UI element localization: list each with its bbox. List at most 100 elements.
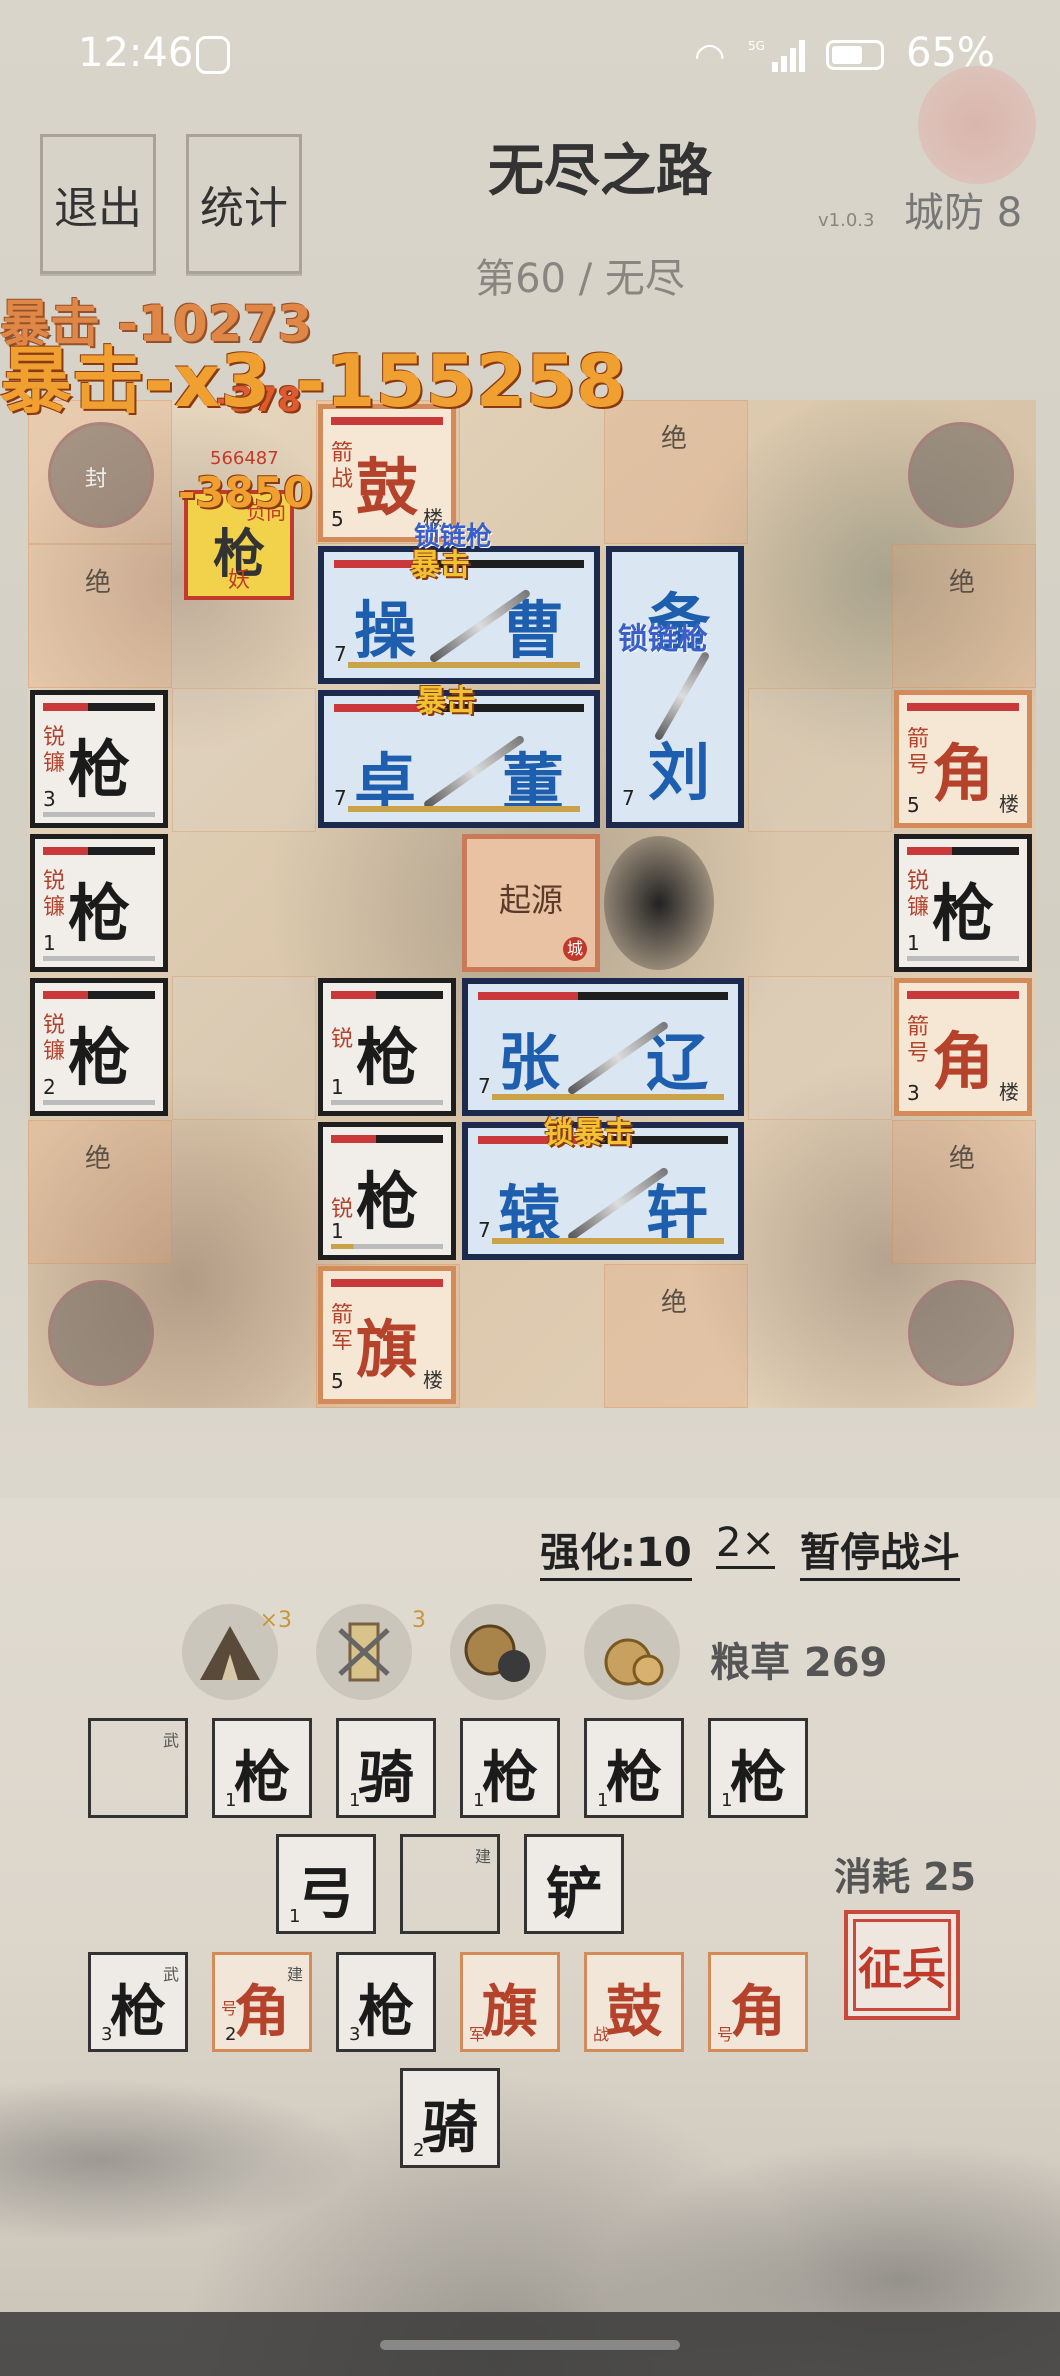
item-count: 3	[412, 1608, 426, 1633]
skill-text: 锁链枪	[618, 622, 708, 657]
building-card-horn[interactable]: 角号	[708, 1952, 808, 2052]
hero-zhang-liao[interactable]: 张 辽 7	[462, 978, 744, 1116]
network-type: 5G	[748, 39, 765, 53]
recruit-cost: 消耗 25	[834, 1855, 977, 1899]
blocked-cell-label: 绝	[948, 1144, 975, 1174]
unit-spearman[interactable]: 锐镰 枪 1	[30, 834, 168, 972]
blocked-cell-label: 绝	[84, 1144, 111, 1174]
board-cell[interactable]	[748, 688, 892, 832]
board-cell[interactable]	[172, 976, 316, 1120]
game-board[interactable]: 绝 绝 绝 绝 绝 绝 绝 绝 封 箭战 鼓 5 楼 箭军 旗 5 楼 箭号 角…	[28, 380, 1036, 1408]
home-indicator[interactable]	[380, 2340, 680, 2350]
tent-item[interactable]: ×3	[182, 1604, 292, 1700]
building-tag: 楼	[423, 1368, 443, 1392]
unit-spearman[interactable]: 锐镰 枪 1	[894, 834, 1032, 972]
slot-tag: 建	[474, 1847, 491, 1866]
clock: 12:46	[78, 30, 194, 76]
scroll-item[interactable]: 3	[316, 1604, 426, 1700]
wifi-icon: ◠	[694, 36, 726, 77]
card-count: 2	[413, 2140, 425, 2161]
unit-card-spear[interactable]: 枪3	[336, 1952, 436, 2052]
card-count: 2	[225, 2024, 237, 2045]
unit-card-cavalry[interactable]: 骑1	[336, 1718, 436, 1818]
blocked-cell-label: 绝	[660, 1288, 687, 1318]
card-count: 1	[473, 1790, 485, 1811]
unit-spearman[interactable]: 锐 枪 1	[318, 978, 456, 1116]
origin-base[interactable]: 起源 城	[462, 834, 600, 972]
crit-text: 锁暴击	[544, 1116, 634, 1151]
gong-item[interactable]	[450, 1604, 546, 1700]
building-card-horn[interactable]: 角2号建	[212, 1952, 312, 2052]
item-count: ×3	[259, 1608, 292, 1633]
hero-level: 7	[334, 786, 347, 810]
origin-seal: 城	[563, 937, 587, 961]
weapon-slot-empty[interactable]: 武	[88, 1718, 188, 1818]
building-horn-tower[interactable]: 箭号 角 3 楼	[894, 978, 1032, 1116]
pause-battle-button[interactable]: 暂停战斗	[800, 1520, 960, 1581]
board-cell[interactable]	[172, 688, 316, 832]
spawn-portal	[908, 422, 1014, 528]
card-subtype: 号	[221, 1999, 238, 2018]
unit-level: 2	[43, 1075, 56, 1099]
unit-level: 1	[331, 1219, 344, 1243]
blocked-cell-label: 绝	[948, 568, 975, 598]
hero-liu-bei[interactable]: 备 刘 7	[606, 546, 744, 828]
building-horn-tower[interactable]: 箭号 角 5 楼	[894, 690, 1032, 828]
spawn-portal	[48, 1280, 154, 1386]
unit-spearman[interactable]: 锐镰 枪 2	[30, 978, 168, 1116]
unit-spearman[interactable]: 锐镰 枪 3	[30, 690, 168, 828]
hero-name-a: 操	[354, 594, 417, 667]
building-tag: 楼	[999, 792, 1019, 816]
unit-level: 1	[43, 931, 56, 955]
grain-bag-item[interactable]	[584, 1604, 680, 1700]
enemy-hp: 566487	[210, 448, 279, 469]
card-count: 1	[349, 1790, 361, 1811]
card-char: 铲	[546, 1861, 602, 1927]
unit-card-spear[interactable]: 枪3武	[88, 1952, 188, 2052]
building-card-drum[interactable]: 鼓战	[584, 1952, 684, 2052]
card-subtype: 号	[717, 2025, 734, 2044]
building-card-flag[interactable]: 旗军	[460, 1952, 560, 2052]
unit-card-spear[interactable]: 枪1	[584, 1718, 684, 1818]
unit-level: 1	[331, 1075, 344, 1099]
spawn-portal: 封	[48, 422, 154, 528]
unit-card-archer[interactable]: 弓1	[276, 1834, 376, 1934]
slot-tag: 建	[286, 1965, 303, 1984]
unit-spearman[interactable]: 锐 枪 1	[318, 1122, 456, 1260]
hero-level: 7	[478, 1218, 491, 1242]
origin-label: 起源	[498, 881, 563, 919]
slot-tag: 武	[162, 1731, 179, 1750]
battery-icon	[826, 40, 884, 70]
city-defense: 城防 8	[904, 190, 1023, 236]
building-flag-tower[interactable]: 箭军 旗 5 楼	[318, 1266, 456, 1404]
crit-text: 暴击	[416, 684, 476, 719]
enemy-sub: 妖	[228, 568, 251, 593]
signal-icon: 5G	[748, 38, 812, 78]
board-cell[interactable]	[748, 976, 892, 1120]
unit-card-spear[interactable]: 枪1	[708, 1718, 808, 1818]
card-subtype: 军	[469, 2025, 486, 2044]
grain-bag-icon	[604, 1638, 664, 1686]
stats-button[interactable]: 统计	[186, 134, 302, 274]
card-count: 1	[225, 1790, 237, 1811]
exit-button[interactable]: 退出	[40, 134, 156, 274]
tool-card-shovel[interactable]: 铲	[524, 1834, 624, 1934]
card-count: 1	[289, 1906, 301, 1927]
building-level: 5	[331, 507, 344, 531]
hero-level: 7	[622, 786, 635, 810]
building-tag: 楼	[999, 1080, 1019, 1104]
blocked-cell-label: 绝	[660, 424, 687, 454]
portal-seal-label: 封	[85, 467, 108, 492]
ink-blot	[604, 836, 714, 970]
wave-counter: 第60 / 无尽	[475, 256, 685, 302]
enhance-button[interactable]: 强化:10	[540, 1520, 692, 1581]
unit-card-spear[interactable]: 枪1	[212, 1718, 312, 1818]
build-slot-empty[interactable]: 建	[400, 1834, 500, 1934]
card-subtype: 战	[593, 2025, 610, 2044]
recruit-button[interactable]: 征兵	[844, 1910, 960, 2020]
speed-button[interactable]: 2×	[716, 1520, 775, 1569]
unit-card-cavalry[interactable]: 骑2	[400, 2068, 500, 2168]
unit-card-spear[interactable]: 枪1	[460, 1718, 560, 1818]
scroll-icon	[338, 1622, 390, 1682]
damage-number: -3850	[178, 468, 313, 517]
